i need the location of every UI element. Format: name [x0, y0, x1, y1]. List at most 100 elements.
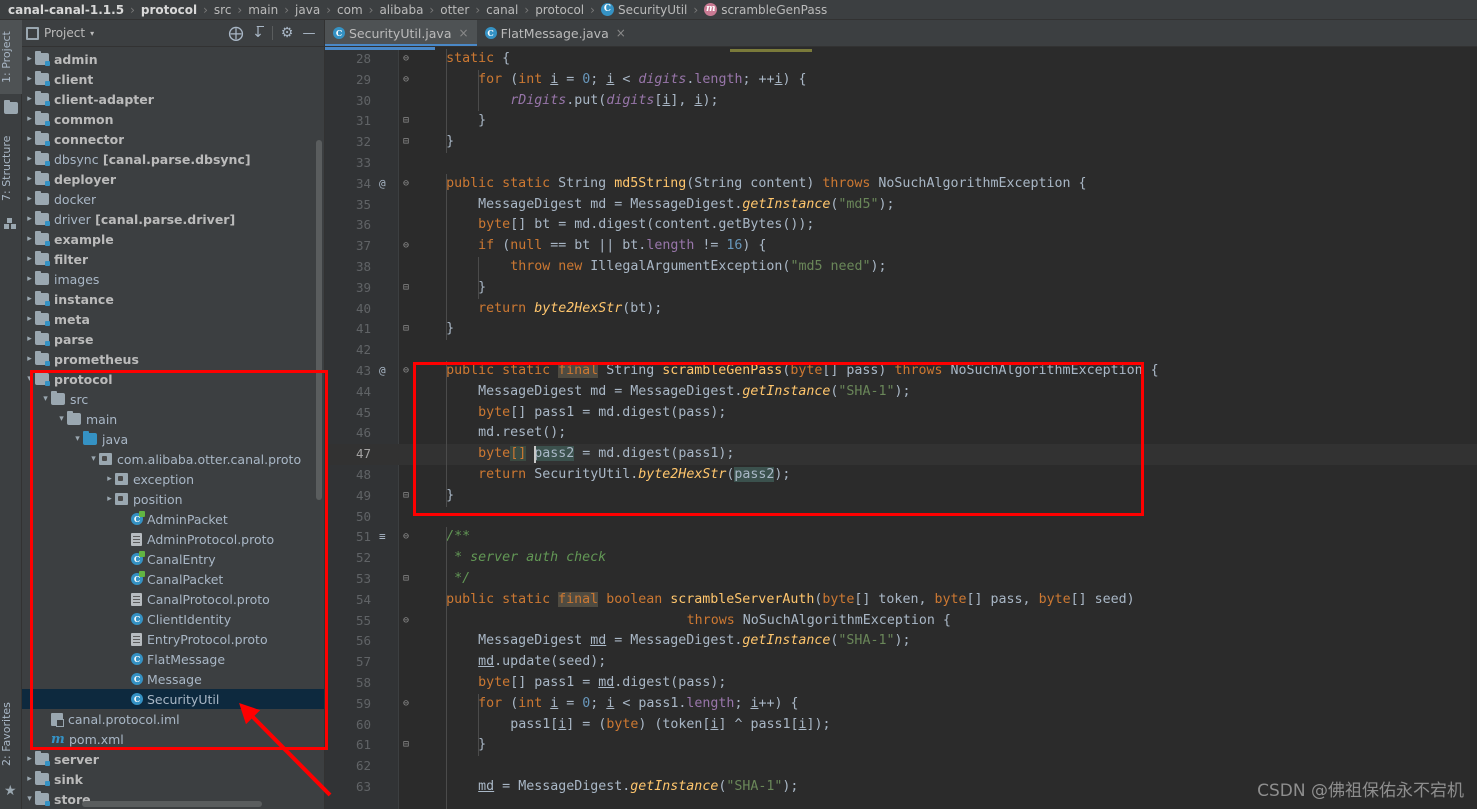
- code-fold-icon[interactable]: ⊖: [403, 174, 409, 195]
- code-fold-icon[interactable]: ⊖: [403, 361, 409, 382]
- project-tree-scrollbar[interactable]: [316, 140, 322, 500]
- tree-item-adminpacket[interactable]: C AdminPacket: [22, 509, 324, 529]
- close-icon[interactable]: ×: [616, 26, 626, 40]
- code-fold-icon[interactable]: ⊖: [403, 694, 409, 715]
- breadcrumb-item-alibaba[interactable]: alibaba: [377, 3, 425, 17]
- code-fold-icon[interactable]: ⊟: [403, 111, 409, 132]
- code-fold-icon[interactable]: ⊟: [403, 319, 409, 340]
- tree-item-canal-protocol-iml[interactable]: canal.protocol.iml: [22, 709, 324, 729]
- chevron-right-icon[interactable]: ▸: [24, 54, 35, 64]
- chevron-right-icon[interactable]: ▸: [24, 174, 35, 184]
- tree-item-client[interactable]: ▸ client: [22, 69, 324, 89]
- chevron-right-icon[interactable]: ▸: [24, 134, 35, 144]
- chevron-right-icon[interactable]: ▸: [104, 494, 115, 504]
- tree-item-clientidentity[interactable]: C ClientIdentity: [22, 609, 324, 629]
- breadcrumb-item-protocol[interactable]: protocol: [533, 3, 586, 17]
- project-tree[interactable]: ▸ admin ▸ client ▸ client-adapter ▸ common ▸ conn…: [22, 47, 324, 809]
- chevron-down-icon[interactable]: ▾: [40, 394, 51, 404]
- tree-item-securityutil[interactable]: C SecurityUtil: [22, 689, 324, 709]
- tree-item-instance[interactable]: ▸ instance: [22, 289, 324, 309]
- breadcrumb-item-java[interactable]: java: [293, 3, 322, 17]
- locate-icon[interactable]: ⨁: [225, 22, 247, 44]
- editor-tab-bar[interactable]: C SecurityUtil.java × C FlatMessage.java ×: [325, 20, 1477, 47]
- breadcrumb-item-canal-canal-1-1-5[interactable]: canal-canal-1.1.5: [6, 3, 126, 17]
- tree-item-pom-xml[interactable]: m pom.xml: [22, 729, 324, 749]
- tree-item-deployer[interactable]: ▸ deployer: [22, 169, 324, 189]
- code-editor[interactable]: 28 ⊖ static {29 ⊖ for (int i = 0; i < digits…: [325, 47, 1477, 809]
- code-fold-icon[interactable]: ⊟: [403, 486, 409, 507]
- chevron-right-icon[interactable]: ▸: [24, 214, 35, 224]
- tree-item-com-alibaba-otter-canal-proto[interactable]: ▾ com.alibaba.otter.canal.proto: [22, 449, 324, 469]
- chevron-right-icon[interactable]: ▸: [104, 474, 115, 484]
- sidebar-tab-structure[interactable]: 7: Structure: [0, 124, 22, 212]
- chevron-right-icon[interactable]: ▸: [24, 114, 35, 124]
- code-fold-icon[interactable]: ⊖: [403, 49, 409, 70]
- breadcrumb-item-src[interactable]: src: [212, 3, 234, 17]
- code-fold-icon[interactable]: ⊖: [403, 611, 409, 632]
- editor-tab-securityutil-java[interactable]: C SecurityUtil.java ×: [325, 20, 477, 46]
- breadcrumb-item-securityutil[interactable]: C SecurityUtil: [599, 3, 689, 17]
- code-fold-icon[interactable]: ⊖: [403, 236, 409, 257]
- chevron-right-icon[interactable]: ▸: [24, 234, 35, 244]
- chevron-right-icon[interactable]: ▸: [24, 754, 35, 764]
- gutter-annotation-icon[interactable]: ≡: [379, 527, 386, 548]
- chevron-right-icon[interactable]: ▸: [24, 154, 35, 164]
- tree-item-position[interactable]: ▸ position: [22, 489, 324, 509]
- tree-item-entryprotocol-proto[interactable]: EntryProtocol.proto: [22, 629, 324, 649]
- tree-item-driver[interactable]: ▸ driver [canal.parse.driver]: [22, 209, 324, 229]
- tree-item-canalprotocol-proto[interactable]: CanalProtocol.proto: [22, 589, 324, 609]
- tree-item-connector[interactable]: ▸ connector: [22, 129, 324, 149]
- chevron-right-icon[interactable]: ▸: [24, 194, 35, 204]
- tree-item-meta[interactable]: ▸ meta: [22, 309, 324, 329]
- tree-item-main[interactable]: ▾ main: [22, 409, 324, 429]
- tree-item-src[interactable]: ▾ src: [22, 389, 324, 409]
- tree-item-filter[interactable]: ▸ filter: [22, 249, 324, 269]
- editor-tab-flatmessage-java[interactable]: C FlatMessage.java ×: [477, 20, 634, 46]
- hide-panel-icon[interactable]: —: [298, 22, 320, 44]
- code-fold-icon[interactable]: ⊟: [403, 278, 409, 299]
- chevron-right-icon[interactable]: ▸: [24, 354, 35, 364]
- tree-item-message[interactable]: C Message: [22, 669, 324, 689]
- collapse-all-icon[interactable]: ↓̅: [247, 22, 269, 44]
- settings-gear-icon[interactable]: ⚙: [276, 22, 298, 44]
- chevron-down-icon[interactable]: ▾: [24, 374, 35, 384]
- breadcrumb-item-protocol[interactable]: protocol: [139, 3, 199, 17]
- tree-item-dbsync[interactable]: ▸ dbsync [canal.parse.dbsync]: [22, 149, 324, 169]
- chevron-right-icon[interactable]: ▸: [24, 274, 35, 284]
- code-fold-icon[interactable]: ⊟: [403, 569, 409, 590]
- chevron-right-icon[interactable]: ▸: [24, 314, 35, 324]
- tree-item-images[interactable]: ▸ images: [22, 269, 324, 289]
- chevron-right-icon[interactable]: ▸: [24, 254, 35, 264]
- breadcrumb-item-canal[interactable]: canal: [484, 3, 520, 17]
- tree-item-client-adapter[interactable]: ▸ client-adapter: [22, 89, 324, 109]
- gutter-annotation-icon[interactable]: @: [379, 361, 386, 382]
- breadcrumb-item-com[interactable]: com: [335, 3, 365, 17]
- sidebar-tab-favorites[interactable]: 2: Favorites: [0, 693, 22, 775]
- breadcrumb-item-scramblegenpass[interactable]: m scrambleGenPass: [702, 3, 829, 17]
- tree-item-parse[interactable]: ▸ parse: [22, 329, 324, 349]
- tree-item-canalentry[interactable]: C CanalEntry: [22, 549, 324, 569]
- tree-item-docker[interactable]: ▸ docker: [22, 189, 324, 209]
- breadcrumb-item-main[interactable]: main: [246, 3, 280, 17]
- chevron-right-icon[interactable]: ▸: [24, 294, 35, 304]
- breadcrumb[interactable]: canal-canal-1.1.5 › protocol › src › main › java…: [0, 0, 1477, 20]
- code-fold-icon[interactable]: ⊖: [403, 527, 409, 548]
- code-fold-icon[interactable]: ⊟: [403, 735, 409, 756]
- chevron-down-icon[interactable]: ▾: [88, 454, 99, 464]
- chevron-right-icon[interactable]: ▸: [24, 74, 35, 84]
- tree-item-protocol[interactable]: ▾ protocol: [22, 369, 324, 389]
- tree-item-common[interactable]: ▸ common: [22, 109, 324, 129]
- tree-item-example[interactable]: ▸ example: [22, 229, 324, 249]
- chevron-down-icon[interactable]: ▾: [90, 29, 94, 38]
- tree-item-admin[interactable]: ▸ admin: [22, 49, 324, 69]
- project-tree-hscrollbar[interactable]: [82, 801, 262, 807]
- chevron-down-icon[interactable]: ▾: [56, 414, 67, 424]
- tree-item-adminprotocol-proto[interactable]: AdminProtocol.proto: [22, 529, 324, 549]
- sidebar-tab-project[interactable]: 1: Project: [0, 20, 22, 94]
- tree-item-server[interactable]: ▸ server: [22, 749, 324, 769]
- code-fold-icon[interactable]: ⊟: [403, 132, 409, 153]
- close-icon[interactable]: ×: [459, 26, 469, 40]
- tree-item-flatmessage[interactable]: C FlatMessage: [22, 649, 324, 669]
- tree-item-exception[interactable]: ▸ exception: [22, 469, 324, 489]
- chevron-down-icon[interactable]: ▾: [72, 434, 83, 444]
